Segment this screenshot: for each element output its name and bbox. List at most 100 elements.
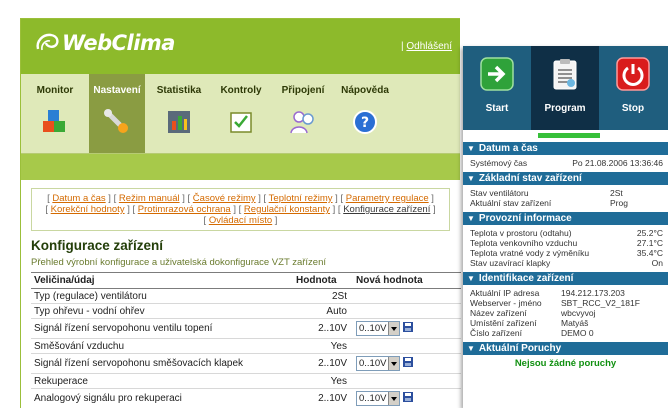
tab-statistika[interactable]: Statistika bbox=[151, 74, 207, 153]
info-row: Teplota v prostoru (odtahu) 25.2°C bbox=[463, 228, 668, 238]
section-title: Základní stav zařízení bbox=[478, 173, 582, 184]
select-value: 0..10V bbox=[359, 393, 387, 404]
row-new bbox=[353, 338, 461, 354]
link-ovladaci-misto[interactable]: Ovládací místo bbox=[209, 215, 272, 226]
table-row: Analogový signálu pro rekuperaci 2..10V … bbox=[31, 388, 461, 408]
row-value: Yes bbox=[293, 373, 353, 389]
wrench-icon bbox=[104, 109, 128, 133]
link-korekcni-hodnoty[interactable]: Korekční hodnoty bbox=[51, 204, 125, 215]
link-konfigurace-zarizeni[interactable]: Konfigurace zařízení bbox=[343, 204, 430, 215]
section-zakladni-stav[interactable]: ▼ Základní stav zařízení bbox=[463, 171, 668, 185]
link-casove-rezimy[interactable]: Časové režimy bbox=[193, 193, 256, 204]
row-val: wbcvyvoj bbox=[561, 308, 596, 318]
tab-pripojeni[interactable]: Připojení bbox=[275, 74, 331, 153]
row-new bbox=[353, 288, 461, 304]
logout-area: | Odhlášení bbox=[401, 41, 452, 52]
row-key: Webserver - jméno bbox=[470, 298, 542, 308]
tab-napoveda[interactable]: Nápověda ? bbox=[337, 74, 393, 153]
signal-select[interactable]: 0..10V bbox=[356, 321, 400, 336]
info-row: Webserver - jméno SBT_RCC_V2_181F bbox=[463, 298, 668, 308]
link-protimrazova-ochrana[interactable]: Protimrazová ochrana bbox=[138, 204, 231, 215]
row-key: Stav ventilátoru bbox=[470, 188, 529, 198]
row-name: Typ (regulace) ventilátoru bbox=[31, 288, 293, 304]
info-row: Aktuální stav zařízení Prog bbox=[463, 198, 668, 208]
section-datum-cas[interactable]: ▼ Datum a čas bbox=[463, 141, 668, 155]
info-row: Umístění zařízení Matyáš bbox=[463, 318, 668, 328]
col-header-name: Veličina/údaj bbox=[31, 272, 293, 289]
chevron-down-icon: ▼ bbox=[467, 214, 475, 223]
table-row: Typ ohřevu - vodní ohřev Auto bbox=[31, 303, 461, 319]
tab-label: Statistika bbox=[156, 85, 202, 96]
chevron-down-icon: ▼ bbox=[467, 174, 475, 183]
logo-swirl-icon bbox=[36, 33, 59, 51]
row-value: 2..10V bbox=[293, 318, 353, 339]
row-key: Název zařízení bbox=[470, 308, 527, 318]
row-name: Typ ohřevu - vodní ohřev bbox=[31, 303, 293, 319]
section-identifikace[interactable]: ▼ Identifikace zařízení bbox=[463, 271, 668, 285]
tab-label: Nápověda bbox=[341, 85, 389, 96]
row-key: Systémový čas bbox=[470, 158, 528, 168]
select-value: 0..10V bbox=[359, 358, 387, 369]
signal-select[interactable]: 0..10V bbox=[356, 356, 400, 371]
chevron-down-icon: ▼ bbox=[467, 144, 475, 153]
row-val: On bbox=[651, 258, 663, 268]
section-title: Datum a čas bbox=[478, 143, 538, 154]
table-row: Signál řízení servopohonu směšovacích kl… bbox=[31, 353, 461, 374]
info-row: Systémový čas Po 21.08.2006 13:36:46 bbox=[463, 158, 668, 168]
tab-label: Nastavení bbox=[93, 85, 141, 96]
start-button[interactable]: Start bbox=[463, 46, 531, 130]
row-val: Prog bbox=[610, 198, 628, 208]
row-name: Signál řízení servopohonu ventilu topení bbox=[31, 318, 293, 339]
cubes-icon bbox=[43, 110, 65, 132]
col-header-new: Nová hodnota bbox=[353, 272, 461, 289]
signal-select[interactable]: 0..10V bbox=[356, 391, 400, 406]
program-button[interactable]: Program bbox=[531, 46, 599, 130]
save-icon[interactable] bbox=[403, 357, 413, 367]
row-val: 194.212.173.203 bbox=[561, 288, 625, 298]
section-provozni-informace[interactable]: ▼ Provozní informace bbox=[463, 211, 668, 225]
row-new: 0..10V bbox=[353, 388, 461, 408]
row-key: Stav uzavírací klapky bbox=[470, 258, 551, 268]
row-key: Teplota vratné vody z výměníku bbox=[470, 248, 590, 258]
stop-button[interactable]: Stop bbox=[599, 46, 667, 130]
row-new: 0..10V bbox=[353, 318, 461, 339]
tab-nastaveni[interactable]: Nastavení bbox=[89, 74, 145, 153]
info-row: Číslo zařízení DEMO 0 bbox=[463, 328, 668, 338]
tab-label: Připojení bbox=[281, 85, 325, 96]
dropdown-arrow-icon bbox=[388, 322, 399, 335]
info-row: Stav ventilátoru 2St bbox=[463, 188, 668, 198]
tab-kontroly[interactable]: Kontroly bbox=[213, 74, 269, 153]
save-icon[interactable] bbox=[403, 322, 413, 332]
row-val: DEMO 0 bbox=[561, 328, 594, 338]
program-label: Program bbox=[544, 103, 586, 114]
help-icon: ? bbox=[353, 110, 377, 134]
section-aktualni-poruchy[interactable]: ▼ Aktuální Poruchy bbox=[463, 341, 668, 355]
row-new: 0..10V bbox=[353, 353, 461, 374]
page-subtitle: Přehled výrobní konfigurace a uživatelsk… bbox=[31, 257, 327, 268]
table-row: Signál řízení servopohonu ventilu topení… bbox=[31, 318, 461, 339]
header-bar: WebClima | Odhlášení bbox=[21, 19, 460, 74]
row-key: Číslo zařízení bbox=[470, 328, 522, 338]
main-nav: Monitor Nastavení Statistika Kontroly Př… bbox=[21, 74, 460, 154]
link-rezim-manual[interactable]: Režim manuál bbox=[119, 193, 180, 204]
progress-fill bbox=[538, 133, 600, 138]
link-teplotni-rezimy[interactable]: Teplotní režimy bbox=[269, 193, 333, 204]
dropdown-arrow-icon bbox=[388, 392, 399, 405]
info-row: Stav uzavírací klapky On bbox=[463, 258, 668, 268]
col-header-value: Hodnota bbox=[293, 272, 353, 289]
row-val: SBT_RCC_V2_181F bbox=[561, 298, 640, 308]
row-key: Aktuální IP adresa bbox=[470, 288, 540, 298]
row-key: Umístění zařízení bbox=[470, 318, 537, 328]
select-value: 0..10V bbox=[359, 323, 387, 334]
logout-link[interactable]: Odhlášení bbox=[406, 41, 452, 52]
info-row: Teplota vratné vody z výměníku 35.4°C bbox=[463, 248, 668, 258]
table-row: Rekuperace Yes bbox=[31, 373, 461, 389]
table-row: Typ (regulace) ventilátoru 2St bbox=[31, 288, 461, 304]
tab-monitor[interactable]: Monitor bbox=[27, 74, 83, 153]
link-regulacni-konstanty[interactable]: Regulační konstanty bbox=[244, 204, 330, 215]
section-title: Identifikace zařízení bbox=[478, 273, 574, 284]
save-icon[interactable] bbox=[403, 392, 413, 402]
link-parametry-regulace[interactable]: Parametry regulace bbox=[346, 193, 429, 204]
row-name: Signál řízení servopohonu směšovacích kl… bbox=[31, 353, 293, 374]
link-datum-cas[interactable]: Datum a čas bbox=[52, 193, 105, 204]
